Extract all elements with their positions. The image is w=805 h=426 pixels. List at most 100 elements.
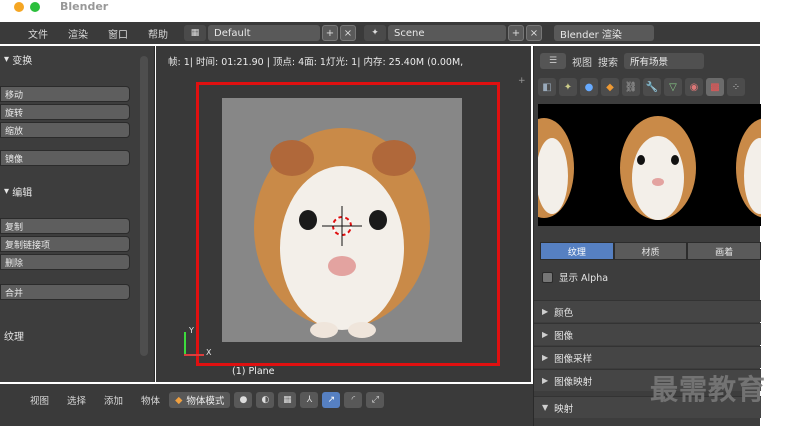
scene-selector[interactable]: Scene <box>388 25 506 41</box>
section-image-sampling-label: 图像采样 <box>554 353 593 365</box>
show-alpha-row: 显示 Alpha <box>542 270 608 284</box>
watermark: 最需教育 <box>650 373 767 406</box>
edit-panel-title: 编辑 <box>12 187 33 199</box>
axis-y-label: Y <box>189 326 194 335</box>
app-title: Blender <box>60 0 109 13</box>
pivot-point-icon[interactable]: ◐ <box>256 392 275 408</box>
world-icon[interactable]: ● <box>580 78 598 96</box>
scene-context-icon[interactable]: ✦ <box>559 78 577 96</box>
constraint-icon[interactable]: ⛓ <box>622 78 640 96</box>
render-icon[interactable]: ◧ <box>538 78 556 96</box>
menu-select[interactable]: 选择 <box>58 393 95 407</box>
section-image-label: 图像 <box>554 330 574 342</box>
section-mapping-label: 映射 <box>554 403 574 415</box>
menu-window[interactable]: 窗口 <box>98 26 138 41</box>
3d-viewport[interactable]: 帧: 1| 时间: 01:21.90 | 顶点: 4面: 1灯光: 1| 内存:… <box>156 46 531 382</box>
menu-help[interactable]: 帮助 <box>138 26 178 41</box>
expand-triangle-icon: ▾ <box>4 185 13 197</box>
translate-manipulator-icon[interactable]: ↗ <box>322 392 341 408</box>
tab-brush[interactable]: 画着 <box>687 242 762 260</box>
join-button[interactable]: 合并 <box>0 284 130 300</box>
modifier-icon[interactable]: 🔧 <box>643 78 661 96</box>
search-menu[interactable]: 搜索 <box>598 54 618 69</box>
menu-render[interactable]: 渲染 <box>58 26 98 41</box>
scale-manipulator-icon[interactable]: ⤢ <box>366 392 385 408</box>
duplicate-linked-button[interactable]: 复制链接项 <box>0 236 130 252</box>
axis-y-line <box>184 332 186 356</box>
scale-button[interactable]: 缩放 <box>0 122 130 138</box>
editor-type-icon[interactable]: ☰ <box>540 53 566 69</box>
scene-icon[interactable]: ✦ <box>364 25 386 41</box>
menu-add[interactable]: 添加 <box>95 393 132 407</box>
show-alpha-label: 显示 Alpha <box>559 273 609 284</box>
data-icon[interactable]: ▽ <box>664 78 682 96</box>
rotate-button[interactable]: 旋转 <box>0 104 130 120</box>
title-bar: Blender <box>0 0 760 16</box>
remove-layout-button[interactable]: × <box>340 25 356 41</box>
collapsed-triangle-icon: ▶ <box>542 307 549 316</box>
axis-x-label: X <box>206 348 212 357</box>
view-menu[interactable]: 视图 <box>572 54 592 69</box>
section-image[interactable]: ▶ 图像 <box>534 323 761 345</box>
scope-selector[interactable]: 所有场景 <box>624 53 704 69</box>
viewport-stats: 帧: 1| 时间: 01:21.90 | 顶点: 4面: 1灯光: 1| 内存:… <box>168 57 464 68</box>
properties-header: ☰ 视图 搜索 所有场景 <box>534 50 761 72</box>
viewport-header: 视图 选择 添加 物体 ◆ 物体模式 ● ◐ ▦ ⅄ ↗ ◜ ⤢ <box>0 384 533 426</box>
show-alpha-checkbox[interactable] <box>542 271 553 283</box>
transform-panel-header[interactable]: ▾ 变换 <box>0 50 145 68</box>
menu-file[interactable]: 文件 <box>0 26 58 41</box>
section-colors-label: 颜色 <box>554 307 574 319</box>
tab-texture[interactable]: 纹理 <box>540 242 614 260</box>
active-object-name: (1) Plane <box>232 366 275 377</box>
tab-material[interactable]: 材质 <box>613 242 688 260</box>
add-scene-button[interactable]: + <box>508 25 524 41</box>
texture-context-tabs: 纹理 材质 画着 <box>540 242 762 260</box>
add-layout-button[interactable]: + <box>322 25 338 41</box>
section-image-mapping-label: 图像映射 <box>554 376 593 388</box>
section-image-sampling[interactable]: ▶ 图像采样 <box>534 346 761 368</box>
object-icon[interactable]: ◆ <box>601 78 619 96</box>
expand-triangle-icon: ▾ <box>4 53 13 65</box>
duplicate-button[interactable]: 复制 <box>0 218 130 234</box>
menu-view[interactable]: 视图 <box>0 393 58 407</box>
layers-icon[interactable]: ▦ <box>278 392 297 408</box>
textured-plane[interactable] <box>222 98 462 342</box>
object-mode-icon: ◆ <box>175 394 183 406</box>
material-icon[interactable]: ◉ <box>685 78 703 96</box>
screen-layout-icon[interactable]: ▦ <box>184 25 206 41</box>
delete-button[interactable]: 删除 <box>0 254 130 270</box>
axis-x-line <box>184 354 204 356</box>
tool-shelf: ▾ 变换 移动 旋转 缩放 镜像 ▾ 编辑 复制 复制链接项 删除 合并 纹理 <box>0 46 155 382</box>
texture-preview <box>538 104 761 226</box>
viewport-shading-icon[interactable]: ● <box>234 392 253 408</box>
collapsed-triangle-icon: ▶ <box>542 376 549 385</box>
collapsed-triangle-icon: ▶ <box>542 353 549 362</box>
texture-panel-title: 纹理 <box>4 331 24 343</box>
section-colors[interactable]: ▶ 颜色 <box>534 300 761 322</box>
render-engine-selector[interactable]: Blender 渲染 <box>554 25 654 41</box>
texture-icon[interactable]: ▩ <box>706 78 724 96</box>
transform-manipulator-icon[interactable]: ⅄ <box>300 392 319 408</box>
collapsed-triangle-icon: ▶ <box>542 330 549 339</box>
edit-panel-header[interactable]: ▾ 编辑 <box>0 182 145 200</box>
mode-label: 物体模式 <box>186 396 225 407</box>
expanded-triangle-icon: ▼ <box>542 403 549 412</box>
viewport-add-region-icon[interactable]: + <box>518 76 528 86</box>
tool-shelf-scrollbar[interactable] <box>140 56 148 356</box>
move-button[interactable]: 移动 <box>0 86 130 102</box>
layout-selector[interactable]: Default <box>208 25 320 41</box>
rotate-manipulator-icon[interactable]: ◜ <box>344 392 363 408</box>
main-header: 文件 渲染 窗口 帮助 ▦ Default + × ✦ Scene + × Bl… <box>0 22 760 44</box>
blender-logo-icon <box>14 2 24 12</box>
remove-scene-button[interactable]: × <box>526 25 542 41</box>
guinea-pig-texture <box>254 128 430 338</box>
status-dot-icon <box>30 2 40 12</box>
texture-panel-header[interactable]: 纹理 <box>0 326 145 344</box>
mode-selector[interactable]: ◆ 物体模式 <box>169 392 231 408</box>
particles-icon[interactable]: ⁘ <box>727 78 745 96</box>
menu-object[interactable]: 物体 <box>132 393 169 407</box>
texture-preview-image <box>538 116 761 220</box>
mirror-button[interactable]: 镜像 <box>0 150 130 166</box>
viewport-header-row: 视图 选择 添加 物体 ◆ 物体模式 ● ◐ ▦ ⅄ ↗ ◜ ⤢ <box>0 390 385 410</box>
transform-panel-title: 变换 <box>12 55 33 67</box>
